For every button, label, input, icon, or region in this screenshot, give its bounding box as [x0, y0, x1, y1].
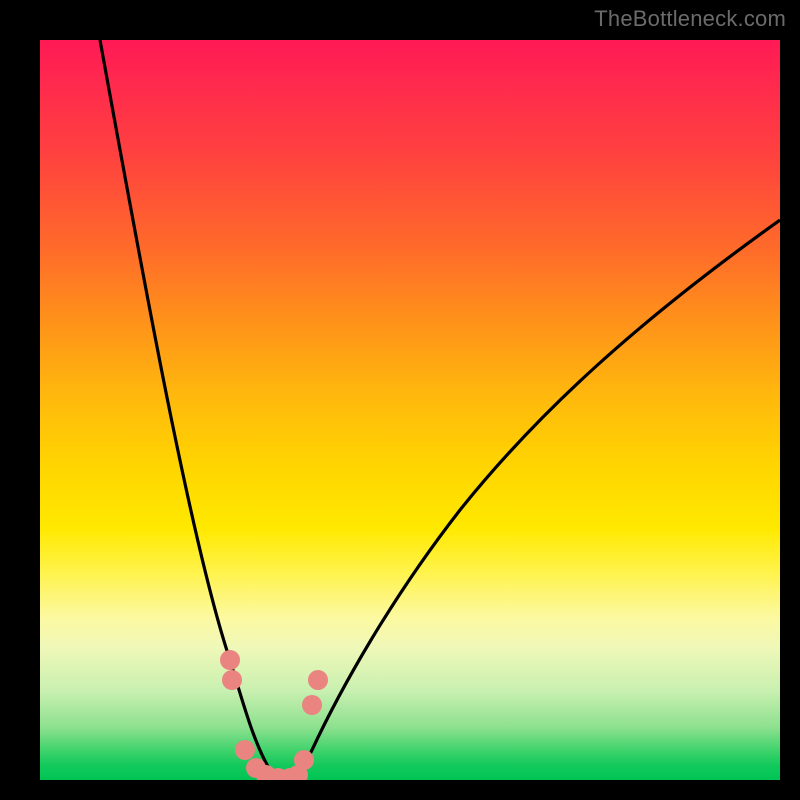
curve-right	[280, 220, 780, 780]
marker-dot	[235, 740, 255, 760]
marker-group	[220, 650, 328, 780]
curve-left	[100, 40, 280, 780]
marker-dot	[302, 695, 322, 715]
marker-dot	[220, 650, 240, 670]
marker-dot	[308, 670, 328, 690]
marker-dot	[294, 750, 314, 770]
marker-dot	[222, 670, 242, 690]
chart-svg	[40, 40, 780, 780]
plot-area	[40, 40, 780, 780]
chart-frame: TheBottleneck.com	[0, 0, 800, 800]
attribution-label: TheBottleneck.com	[594, 6, 786, 32]
